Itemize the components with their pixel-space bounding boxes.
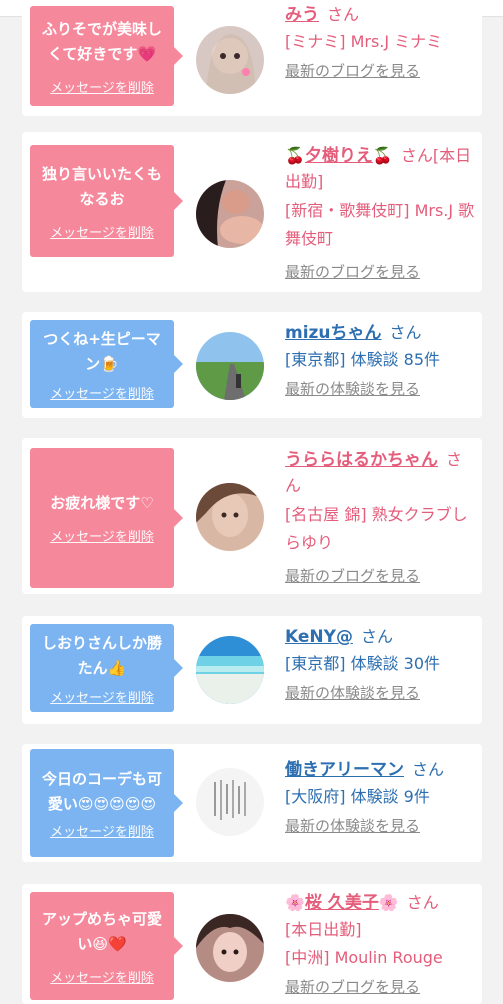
message-text: しおりさんしか勝たん👍: [41, 633, 162, 677]
sender-name[interactable]: mizuちゃん: [285, 323, 382, 343]
sender-name[interactable]: うららはるかちゃん: [285, 450, 438, 470]
message-bubble: 独り言いいたくもなるお メッセージを削除: [30, 145, 183, 257]
message-bubble: 今日のコーデも可愛い😍😍😍😍😍 メッセージを削除: [30, 749, 183, 857]
sender-info: 🌸桜 久美子🌸 さん [本日出勤] [中洲] Moulin Rouge 最新のブロ…: [285, 890, 477, 998]
delete-message-link[interactable]: メッセージを削除: [50, 526, 154, 545]
sender-meta: [ミナミ] Mrs.J ミナミ: [285, 32, 443, 51]
delete-message-link[interactable]: メッセージを削除: [50, 222, 154, 241]
honorific: さん: [406, 893, 439, 912]
latest-post-link[interactable]: 最新のブログを見る: [285, 60, 477, 82]
sender-info: KeNY@ さん [東京都] 体験談 30件 最新の体験談を見る: [285, 624, 477, 704]
sender-name[interactable]: 桜 久美子: [305, 893, 379, 913]
delete-message-link[interactable]: メッセージを削除: [50, 687, 154, 706]
avatar[interactable]: [196, 636, 264, 704]
sender-name[interactable]: みう: [285, 5, 319, 25]
message-card: つくね+生ピーマン🍺 メッセージを削除 mizuちゃん さん [東京都] 体験談 …: [22, 312, 482, 418]
latest-post-link[interactable]: 最新のブログを見る: [285, 261, 477, 283]
sender-meta: [新宿・歌舞伎町] Mrs.J 歌舞伎町: [285, 201, 475, 248]
message-bubble: しおりさんしか勝たん👍 メッセージを削除: [30, 624, 183, 712]
sender-info: 🍒夕樹りえ🍒 さん[本日出勤] [新宿・歌舞伎町] Mrs.J 歌舞伎町 最新のブ…: [285, 143, 477, 283]
sender-name[interactable]: 夕樹りえ: [305, 146, 373, 166]
honorific: さん: [389, 323, 422, 342]
avatar[interactable]: [196, 180, 264, 248]
latest-post-link[interactable]: 最新のブログを見る: [285, 565, 477, 587]
sender-meta: [東京都] 体験談 85件: [285, 350, 441, 369]
message-bubble: お疲れ様です♡ メッセージを削除: [30, 448, 183, 588]
sender-meta: [中洲] Moulin Rouge: [285, 948, 443, 967]
message-bubble: ふりそでが美味しくて好きです💗 メッセージを削除: [30, 6, 183, 106]
message-text: つくね+生ピーマン🍺: [43, 329, 161, 373]
cherry-icon: 🍒: [285, 146, 305, 165]
message-text: 今日のコーデも可愛い😍😍😍😍😍: [41, 769, 162, 813]
delete-message-link[interactable]: メッセージを削除: [50, 821, 154, 840]
delete-message-link[interactable]: メッセージを削除: [50, 967, 154, 986]
honorific: さん: [327, 5, 360, 24]
cherry-icon: 🍒: [372, 146, 393, 165]
message-card: ふりそでが美味しくて好きです💗 メッセージを削除 みう さん [ミナミ] Mrs.…: [22, 0, 482, 116]
sender-name[interactable]: 働きアリーマン: [285, 760, 404, 780]
honorific: さん: [360, 627, 393, 646]
message-card: 独り言いいたくもなるお メッセージを削除 🍒夕樹りえ🍒 さん[本日出勤] [新宿・…: [22, 132, 482, 292]
latest-post-link[interactable]: 最新のブログを見る: [285, 976, 477, 998]
message-bubble: つくね+生ピーマン🍺 メッセージを削除: [30, 320, 183, 408]
sender-info: 働きアリーマン さん [大阪府] 体験談 9件 最新の体験談を見る: [285, 757, 477, 837]
sender-info: みう さん [ミナミ] Mrs.J ミナミ 最新のブログを見る: [285, 2, 477, 82]
avatar[interactable]: [196, 914, 264, 982]
work-status: [本日出勤]: [285, 920, 362, 939]
sender-info: うららはるかちゃん さん [名古屋 錦] 熟女クラブしらゆり 最新のブログを見る: [285, 447, 477, 587]
delete-message-link[interactable]: メッセージを削除: [50, 77, 154, 96]
sender-info: mizuちゃん さん [東京都] 体験談 85件 最新の体験談を見る: [285, 320, 477, 400]
message-card: 今日のコーデも可愛い😍😍😍😍😍 メッセージを削除 働きアリーマン さん [大阪府]…: [22, 744, 482, 862]
message-card: アップめちゃ可愛い😆❤️ メッセージを削除 🌸桜 久美子🌸 さん [本日出勤] […: [22, 884, 482, 1004]
message-bubble: アップめちゃ可愛い😆❤️ メッセージを削除: [30, 892, 183, 1000]
avatar[interactable]: [196, 483, 264, 551]
delete-message-link[interactable]: メッセージを削除: [50, 383, 154, 402]
avatar[interactable]: [196, 768, 264, 836]
message-text: 独り言いいたくもなるお: [41, 164, 162, 208]
avatar[interactable]: [196, 26, 264, 94]
latest-review-link[interactable]: 最新の体験談を見る: [285, 682, 477, 704]
message-text: お疲れ様です♡: [50, 494, 154, 512]
cherry-blossom-icon: 🌸: [285, 893, 305, 912]
latest-review-link[interactable]: 最新の体験談を見る: [285, 815, 477, 837]
message-card: お疲れ様です♡ メッセージを削除 うららはるかちゃん さん [名古屋 錦] 熟女ク…: [22, 438, 482, 594]
message-text: ふりそでが美味しくて好きです💗: [41, 19, 162, 63]
avatar[interactable]: [196, 332, 264, 400]
sender-meta: [大阪府] 体験談 9件: [285, 787, 430, 806]
cherry-blossom-icon: 🌸: [378, 893, 399, 912]
message-card: しおりさんしか勝たん👍 メッセージを削除 KeNY@ さん [東京都] 体験談 3…: [22, 616, 482, 724]
latest-review-link[interactable]: 最新の体験談を見る: [285, 378, 477, 400]
sender-name[interactable]: KeNY@: [285, 627, 353, 647]
sender-meta: [東京都] 体験談 30件: [285, 654, 441, 673]
sender-meta: [名古屋 錦] 熟女クラブしらゆり: [285, 505, 468, 552]
honorific: さん: [412, 760, 445, 779]
honorific: さん: [400, 146, 433, 165]
message-text: アップめちゃ可愛い😆❤️: [41, 909, 162, 953]
